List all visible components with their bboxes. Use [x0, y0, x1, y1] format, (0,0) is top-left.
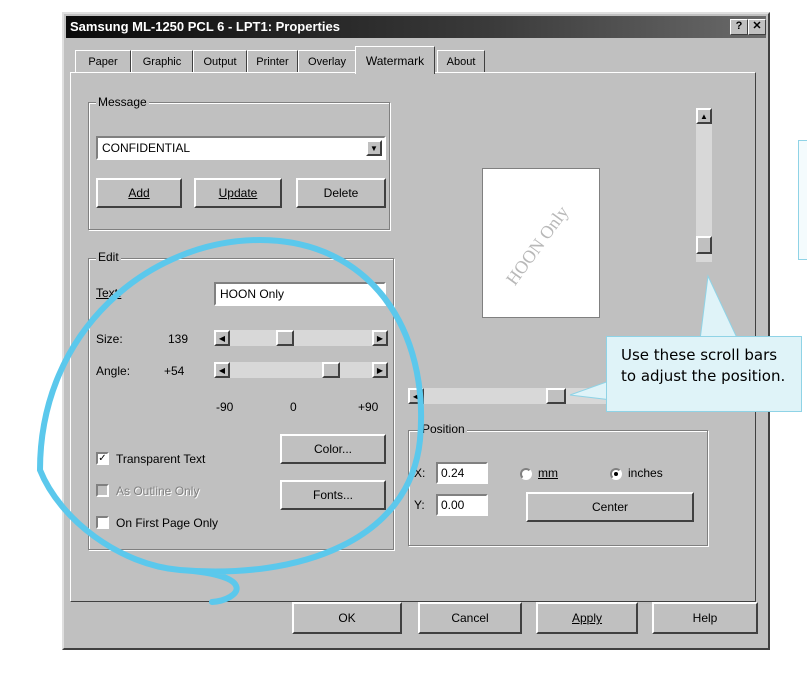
callout-pointer-up [699, 274, 739, 341]
callout-box: Use these scroll bars to adjust the posi… [606, 336, 802, 412]
highlight-ellipse [36, 236, 425, 605]
tab-watermark[interactable]: Watermark [355, 46, 435, 74]
callout-text: Use these scroll bars to adjust the posi… [621, 346, 786, 385]
